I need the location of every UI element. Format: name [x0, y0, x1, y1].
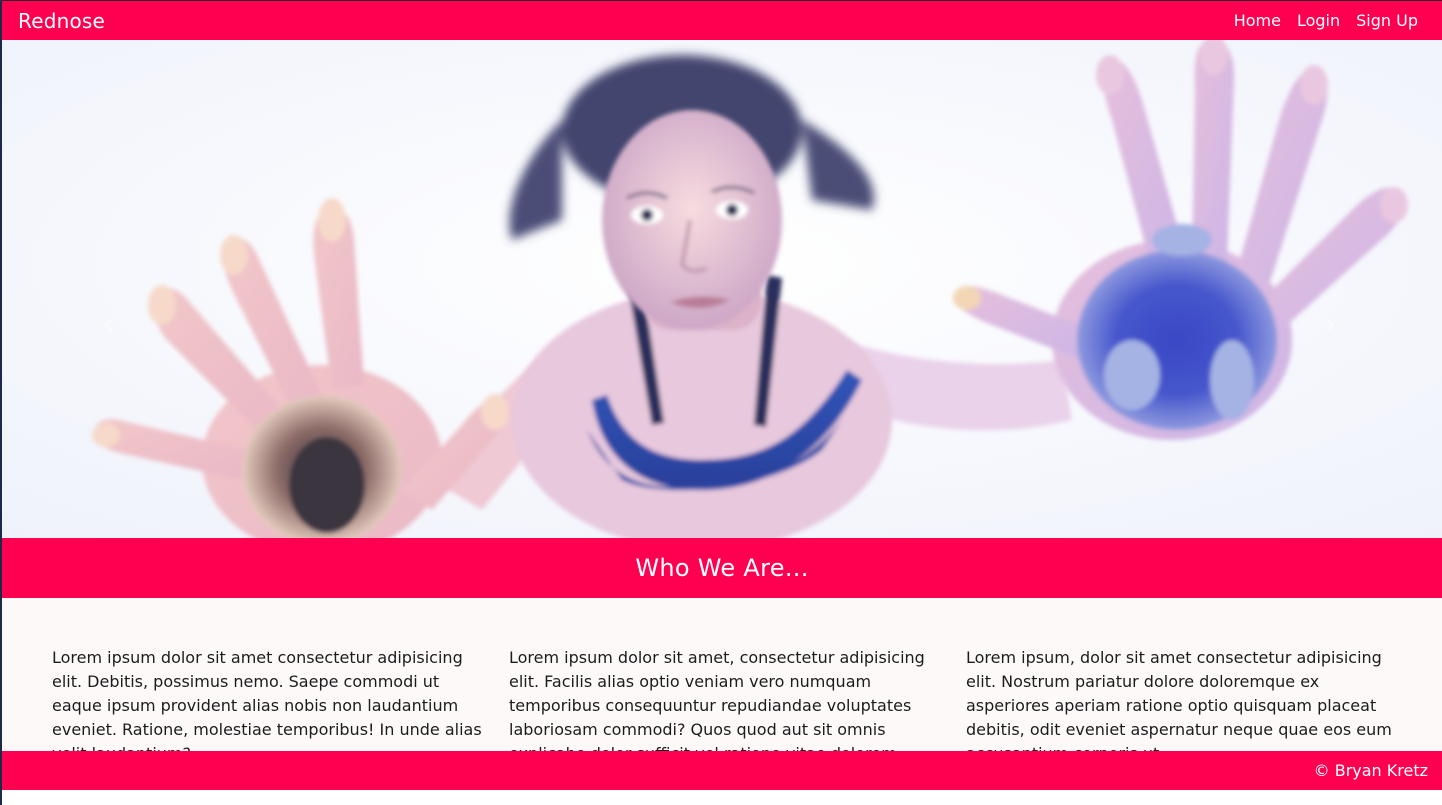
nav-link-signup[interactable]: Sign Up — [1356, 11, 1418, 30]
footer: © Bryan Kretz — [2, 751, 1442, 790]
page-bottom-strip — [2, 790, 1442, 805]
brand-logo-link[interactable]: Rednose — [2, 9, 105, 33]
hero-carousel: ‹ › — [2, 40, 1442, 538]
hero-image — [2, 40, 1442, 538]
page: Rednose Home Login Sign Up ‹ › Who We Ar… — [0, 0, 1442, 805]
section-header-band: Who We Are... — [2, 538, 1442, 598]
section-title: Who We Are... — [635, 554, 809, 582]
carousel-next-arrow-icon[interactable]: › — [1324, 310, 1336, 340]
nav-link-home[interactable]: Home — [1234, 11, 1281, 30]
nav-link-login[interactable]: Login — [1297, 11, 1340, 30]
footer-copyright: © Bryan Kretz — [1313, 761, 1428, 780]
navbar: Rednose Home Login Sign Up — [2, 0, 1442, 40]
about-column-text: Lorem ipsum, dolor sit amet consectetur … — [966, 648, 1392, 763]
window-edge — [0, 0, 2, 805]
about-column-text: Lorem ipsum dolor sit amet consectetur a… — [52, 648, 482, 763]
nav-links: Home Login Sign Up — [1218, 11, 1442, 30]
carousel-prev-arrow-icon[interactable]: ‹ — [102, 310, 114, 340]
about-column-text: Lorem ipsum dolor sit amet, consectetur … — [509, 648, 925, 763]
